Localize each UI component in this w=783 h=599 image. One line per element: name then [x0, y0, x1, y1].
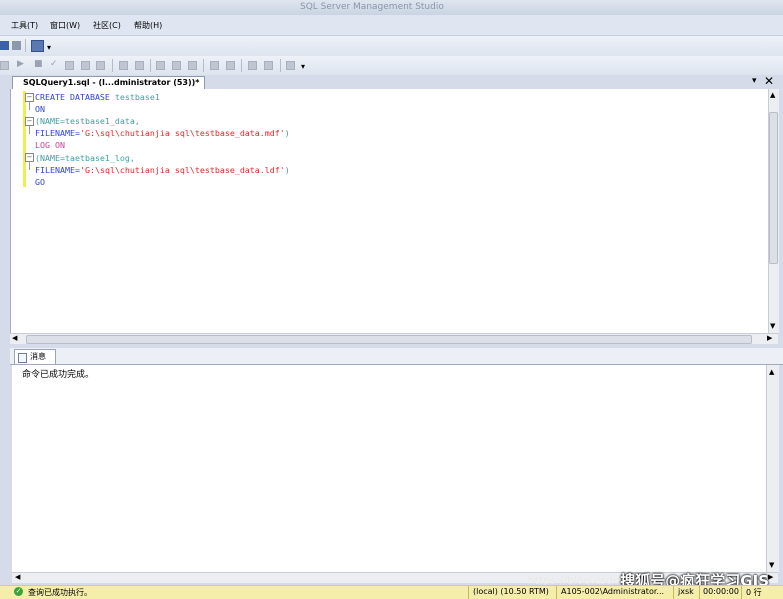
standard-toolbar: ▾ — [0, 36, 783, 56]
menu-bar: 工具(T) 窗口(W) 社区(C) 帮助(H) — [0, 15, 783, 36]
results-to-text-icon[interactable] — [156, 61, 165, 70]
status-server: (local) (10.50 RTM) — [473, 587, 549, 596]
query-options-icon[interactable] — [96, 61, 105, 70]
toolbar-overflow-icon[interactable]: ▾ — [301, 62, 305, 71]
code-token: FILENAME= — [35, 164, 80, 175]
increase-indent-icon[interactable] — [264, 61, 273, 70]
toolbar-separator — [280, 59, 281, 72]
scroll-left-icon[interactable]: ◀ — [15, 573, 20, 581]
code-token: LOG ON — [35, 140, 65, 151]
title-bar: SQL Server Management Studio — [0, 0, 783, 15]
messages-icon — [18, 353, 27, 363]
connect-icon[interactable] — [0, 61, 9, 70]
results-tab-strip — [10, 348, 783, 365]
code-line: LOG ON — [35, 139, 65, 151]
status-message: 查询已成功执行。 — [28, 588, 92, 597]
toolbar-separator — [203, 59, 204, 72]
menu-help[interactable]: 帮助(H) — [134, 20, 162, 31]
success-check-icon: ✓ — [14, 587, 23, 596]
status-separator — [699, 586, 700, 599]
toolbar-separator — [150, 59, 151, 72]
code-token: (NAME=testbase1_data, — [35, 116, 140, 127]
toolbar-separator — [25, 39, 26, 52]
editor-horizontal-scroll-thumb[interactable] — [26, 335, 752, 344]
parse-icon[interactable]: ✓ — [50, 59, 58, 69]
result-message: 命令已成功完成。 — [22, 370, 95, 380]
toolbar-overflow-icon[interactable]: ▾ — [47, 43, 51, 52]
tab-messages[interactable]: 消息 — [14, 349, 56, 364]
status-bar: ✓ 查询已成功执行。 (local) (10.50 RTM) A105-002\… — [0, 585, 783, 599]
tab-sqlquery1[interactable]: SQLQuery1.sql - (l...dministrator (53))* — [12, 76, 205, 89]
code-line: CREATE DATABASE testbase1 — [35, 91, 160, 103]
toolbar-separator — [241, 59, 242, 72]
outline-line — [29, 102, 30, 110]
scroll-up-icon[interactable]: ▲ — [769, 368, 774, 376]
menu-community[interactable]: 社区(C) — [93, 20, 121, 31]
results-vertical-scrollbar[interactable]: ▲ ▼ — [766, 365, 779, 572]
stop-icon[interactable]: ■ — [34, 59, 43, 69]
scroll-down-icon[interactable]: ▼ — [770, 322, 775, 330]
include-plan-icon[interactable] — [135, 61, 144, 70]
status-elapsed: 00:00:00 — [703, 587, 739, 596]
code-token: GO — [35, 176, 45, 187]
print-icon[interactable] — [12, 41, 21, 50]
collapse-icon[interactable]: − — [25, 117, 34, 126]
code-token: 'G:\sql\chutianjia sql\testbase_data.ldf… — [79, 164, 285, 175]
code-line: (NAME=testbase1_data, — [35, 115, 140, 127]
window-title: SQL Server Management Studio — [300, 2, 444, 12]
collapse-icon[interactable]: − — [25, 93, 34, 102]
scroll-down-icon[interactable]: ▼ — [769, 561, 774, 569]
messages-tab-label: 消息 — [30, 352, 46, 361]
save-icon[interactable] — [0, 41, 9, 50]
code-token: ON — [35, 104, 45, 115]
code-token: (NAME=taetbase1_log, — [35, 152, 135, 163]
scroll-right-icon[interactable]: ▶ — [767, 334, 772, 342]
results-to-grid-icon[interactable] — [172, 61, 181, 70]
execute-icon[interactable]: ▶ — [17, 59, 24, 69]
decrease-indent-icon[interactable] — [248, 61, 257, 70]
specify-values-icon[interactable] — [286, 61, 295, 70]
query-designer-icon[interactable] — [81, 61, 90, 70]
code-line: GO — [35, 176, 45, 188]
outline-line — [29, 126, 30, 134]
code-token: 'G:\sql\chutianjia sql\testbase_data.mdf… — [79, 128, 285, 139]
menu-window[interactable]: 窗口(W) — [50, 20, 80, 31]
collapse-icon[interactable]: − — [25, 153, 34, 162]
code-token: CREATE DATABASE — [35, 92, 115, 102]
editor-vertical-scroll-thumb[interactable] — [769, 112, 778, 264]
code-line: FILENAME='G:\sql\chutianjia sql\testbase… — [35, 164, 290, 176]
outline-line — [29, 162, 30, 170]
code-token: FILENAME= — [35, 128, 80, 139]
comment-icon[interactable] — [210, 61, 219, 70]
status-user: A105-002\Administrator... — [561, 587, 665, 596]
activity-monitor-icon[interactable] — [31, 40, 44, 52]
status-rows: 0 行 — [746, 588, 762, 597]
scroll-up-icon[interactable]: ▲ — [770, 91, 775, 99]
toolbar-separator — [112, 59, 113, 72]
close-icon[interactable]: ✕ — [764, 74, 774, 88]
changed-lines-margin — [23, 91, 26, 187]
status-separator — [468, 586, 469, 599]
code-token: ) — [284, 128, 290, 139]
uncomment-icon[interactable] — [226, 61, 235, 70]
status-separator — [556, 586, 557, 599]
code-line: FILENAME='G:\sql\chutianjia sql\testbase… — [35, 127, 290, 139]
display-plan-icon[interactable] — [65, 61, 74, 70]
code-token: testbase1 — [114, 92, 160, 102]
status-separator — [673, 586, 674, 599]
messages-pane[interactable]: 命令已成功完成。 — [12, 365, 766, 572]
status-database: jxsk — [678, 587, 694, 596]
status-separator — [741, 586, 742, 599]
menu-tools[interactable]: 工具(T) — [11, 20, 38, 31]
scroll-left-icon[interactable]: ◀ — [12, 334, 17, 342]
code-token: ) — [284, 164, 290, 175]
sql-editor-toolbar: ▶ ■ ✓ ▾ — [0, 56, 783, 76]
code-line: (NAME=taetbase1_log, — [35, 152, 135, 164]
object-explorer-edge — [0, 75, 10, 587]
results-to-file-icon[interactable] — [188, 61, 197, 70]
code-line: ON — [35, 103, 45, 115]
tab-dropdown-icon[interactable]: ▾ — [752, 76, 757, 86]
intellisense-icon[interactable] — [119, 61, 128, 70]
